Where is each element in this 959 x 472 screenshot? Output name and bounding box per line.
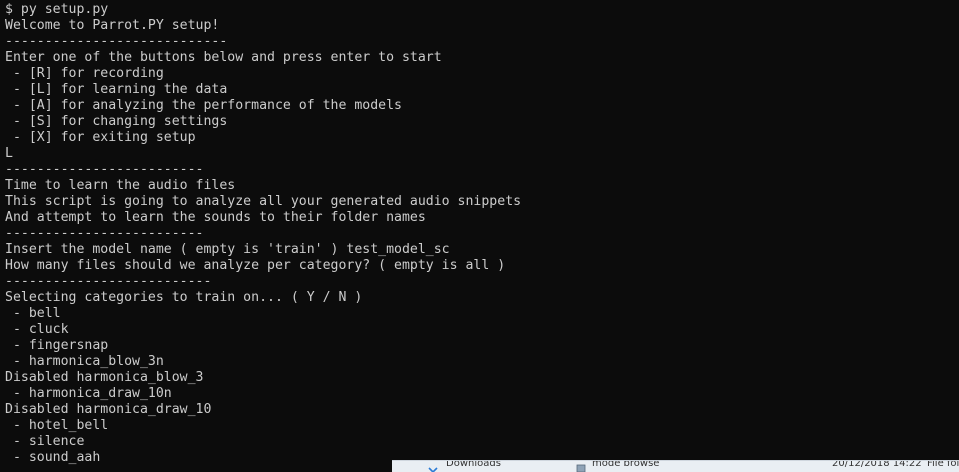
window-icon xyxy=(576,464,586,472)
console-line: ------------------------- xyxy=(5,162,204,177)
console-line: Enter one of the buttons below and press… xyxy=(5,50,442,65)
console-line: Disabled harmonica_draw_10 xyxy=(5,402,212,417)
console-line: Time to learn the audio files xyxy=(5,178,236,193)
scrolled-off-line: ... xyxy=(60,0,660,1)
console-line: - [R] for recording xyxy=(5,66,164,81)
console-line: - hotel_bell xyxy=(5,418,109,433)
console-line: - harmonica_draw_10n xyxy=(5,386,172,401)
console-window[interactable]: ... $ py setup.pyWelcome to Parrot.PY se… xyxy=(0,0,959,472)
background-window-strip: Downloads mode browse 20/12/2018 14:22 F… xyxy=(392,460,959,472)
console-line: - [X] for exiting setup xyxy=(5,130,196,145)
mode-browse-label[interactable]: mode browse xyxy=(592,461,659,470)
console-line: - fingersnap xyxy=(5,338,109,353)
console-line: Disabled harmonica_blow_3 xyxy=(5,370,204,385)
date-modified-label: 20/12/2018 14:22 xyxy=(832,460,922,469)
console-line: -------------------------- xyxy=(5,274,212,289)
console-line: Selecting categories to train on... ( Y … xyxy=(5,290,363,305)
console-output: $ py setup.py Welcome to Parrot.PY setup!… xyxy=(5,2,959,466)
console-line: ---------------------------- xyxy=(5,34,228,49)
console-line: ------------------------- xyxy=(5,226,204,241)
console-line: $ py setup.py xyxy=(5,2,109,17)
console-line: - [L] for learning the data xyxy=(5,82,228,97)
folder-icon xyxy=(428,467,438,472)
console-line: - [S] for changing settings xyxy=(5,114,228,129)
console-line: And attempt to learn the sounds to their… xyxy=(5,210,426,225)
console-line: - bell xyxy=(5,306,61,321)
console-line: Insert the model name ( empty is 'train'… xyxy=(5,242,450,257)
downloads-label[interactable]: Downloads xyxy=(446,461,501,470)
console-line: - cluck xyxy=(5,322,69,337)
console-line: How many files should we analyze per cat… xyxy=(5,258,506,273)
console-line: - harmonica_blow_3n xyxy=(5,354,164,369)
console-line: This script is going to analyze all your… xyxy=(5,194,522,209)
console-line: Welcome to Parrot.PY setup! xyxy=(5,18,220,33)
console-line: - silence xyxy=(5,434,85,449)
item-type-label: File folder xyxy=(927,460,959,469)
console-line: L xyxy=(5,146,13,161)
scrolled-off-text: ... xyxy=(60,0,660,1)
console-line: - [A] for analyzing the performance of t… xyxy=(5,98,402,113)
